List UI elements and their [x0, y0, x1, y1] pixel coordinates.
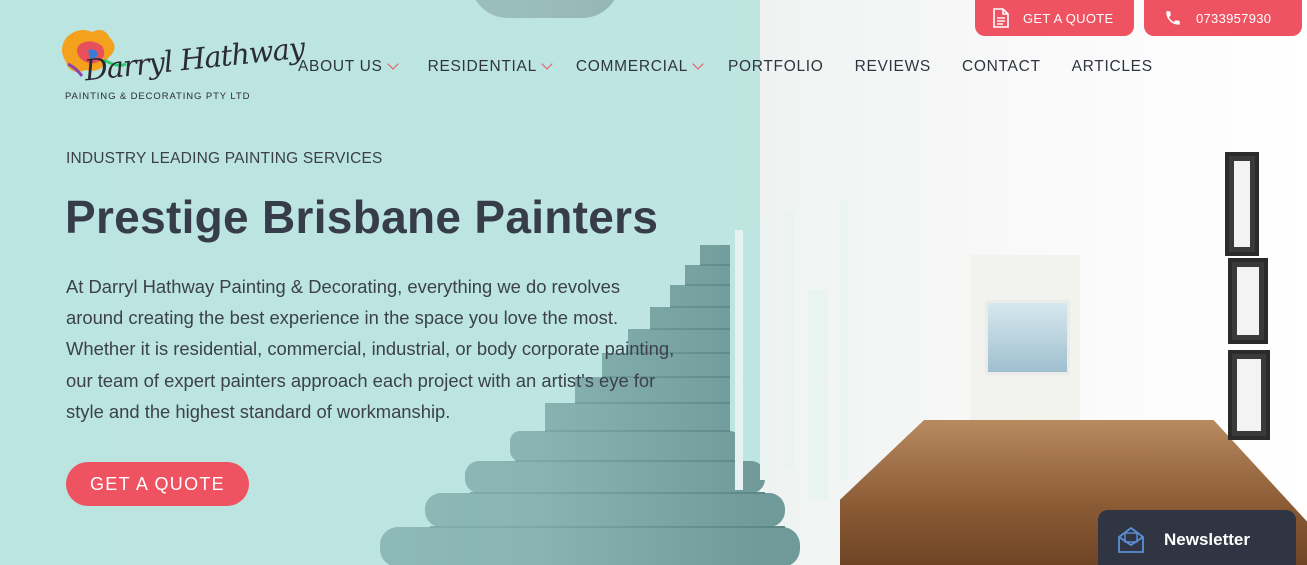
chevron-down-icon — [692, 58, 704, 70]
phone-icon — [1166, 11, 1180, 25]
nav-item-reviews[interactable]: REVIEWS — [855, 58, 931, 76]
nav-item-label: ARTICLES — [1071, 58, 1153, 75]
nav-item-label: CONTACT — [961, 58, 1041, 75]
main-navigation: ABOUT US RESIDENTIAL COMMERCIAL PORTFOLI… — [298, 58, 1153, 76]
mail-icon — [1118, 526, 1144, 553]
newsletter-label: Newsletter — [1164, 530, 1250, 549]
nav-item-about-us[interactable]: ABOUT US — [298, 58, 399, 76]
nav-item-articles[interactable]: ARTICLES — [1072, 58, 1153, 76]
brand-logo[interactable]: Darryl Hathway PAINTING & DECORATING PTY… — [58, 22, 306, 107]
header-phone-button[interactable]: 0733957930 — [1144, 0, 1302, 36]
header-get-quote-button[interactable]: GET A QUOTE — [975, 0, 1134, 36]
background-window — [985, 300, 1070, 375]
nav-item-label: RESIDENTIAL — [427, 58, 537, 75]
document-icon — [993, 8, 1009, 28]
wall-picture-frame — [1228, 350, 1270, 440]
chevron-down-icon — [541, 58, 553, 70]
hero-description: At Darryl Hathway Painting & Decorating,… — [66, 276, 675, 422]
nav-item-portfolio[interactable]: PORTFOLIO — [728, 58, 824, 76]
nav-item-contact[interactable]: CONTACT — [962, 58, 1041, 76]
nav-item-label: PORTFOLIO — [727, 58, 824, 75]
chevron-down-icon — [386, 58, 399, 70]
wall-picture-frame — [1225, 152, 1259, 256]
header-get-quote-label: GET A QUOTE — [1023, 10, 1114, 26]
nav-item-label: COMMERCIAL — [575, 58, 688, 75]
header-phone-label: 0733957930 — [1196, 10, 1272, 26]
nav-item-commercial[interactable]: COMMERCIAL — [575, 58, 704, 76]
newsletter-button[interactable]: Newsletter — [1098, 510, 1296, 565]
nav-item-label: ABOUT US — [298, 58, 383, 75]
wall-picture-frame — [1228, 258, 1268, 344]
hero-get-quote-button[interactable]: GET A QUOTE — [66, 462, 249, 506]
hero-headline: Prestige Brisbane Painters — [65, 191, 659, 243]
logo-subtitle: PAINTING & DECORATING PTY LTD — [65, 91, 251, 102]
nav-item-residential[interactable]: RESIDENTIAL — [427, 58, 553, 76]
hero-eyebrow: INDUSTRY LEADING PAINTING SERVICES — [66, 150, 383, 167]
nav-item-label: REVIEWS — [854, 58, 931, 75]
